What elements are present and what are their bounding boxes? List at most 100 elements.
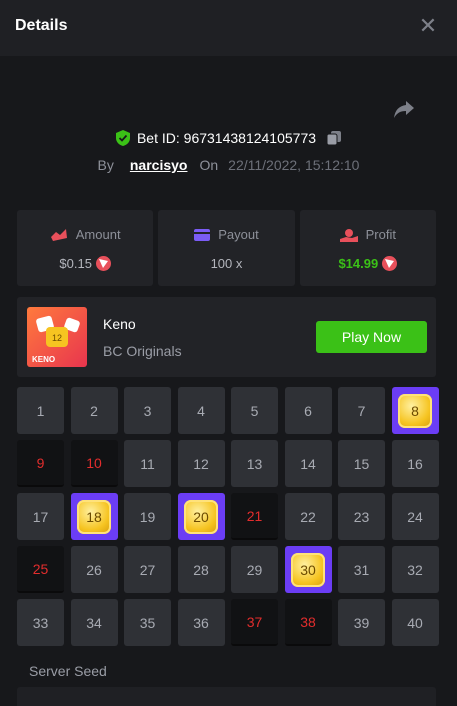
keno-cell-18: 18 [70, 493, 118, 540]
play-now-button[interactable]: Play Now [316, 321, 427, 353]
keno-cell-24: 24 [391, 493, 439, 540]
bet-datetime: 22/11/2022, 15:12:10 [228, 157, 360, 173]
keno-cell-16: 16 [391, 440, 439, 487]
trx-coin-icon [382, 256, 398, 271]
keno-cell-4: 4 [177, 387, 225, 434]
amount-value: $0.15 [59, 256, 92, 271]
gem-icon: 30 [291, 552, 325, 587]
keno-cell-35: 35 [124, 599, 171, 646]
keno-game-thumbnail[interactable]: 12 KENO [27, 307, 87, 367]
profit-icon [339, 228, 358, 242]
keno-cell-number: 37 [246, 613, 263, 630]
bet-id-row: Bet ID: 96731438124105773 [0, 130, 457, 146]
keno-cell-30: 30 [284, 546, 332, 593]
keno-cell-25: 25 [17, 546, 64, 593]
keno-cell-number: 29 [246, 561, 263, 578]
amount-label: Amount [75, 227, 121, 242]
keno-cell-34: 34 [70, 599, 118, 646]
bet-id: Bet ID: 96731438124105773 [136, 130, 317, 146]
keno-cell-5: 5 [231, 387, 278, 434]
modal-header: Details ✕ [0, 0, 457, 56]
keno-cell-number: 9 [36, 454, 45, 471]
keno-cell-number: 34 [86, 614, 102, 631]
keno-cell-number: 14 [300, 455, 316, 472]
server-seed-field[interactable] [17, 687, 436, 706]
keno-cell-33: 33 [17, 599, 64, 646]
keno-cell-23: 23 [338, 493, 385, 540]
thumb-label: KENO [32, 355, 55, 364]
keno-cell-number: 19 [139, 508, 156, 525]
keno-cell-39: 39 [338, 599, 385, 646]
game-provider: BC Originals [103, 343, 182, 359]
keno-cell-13: 13 [231, 440, 278, 487]
by-label: By [97, 157, 114, 173]
keno-cell-31: 31 [338, 546, 385, 593]
keno-cell-number: 26 [86, 561, 102, 578]
keno-cell-number: 28 [193, 561, 209, 578]
keno-cell-number: 24 [407, 508, 423, 525]
keno-cell-number: 38 [300, 613, 316, 630]
keno-cell-number: 33 [32, 614, 49, 631]
profit-label: Profit [365, 227, 396, 242]
amount-icon [50, 228, 67, 241]
keno-cell-2: 2 [70, 387, 118, 434]
payout-card: Payout 100 x [158, 210, 295, 286]
game-name: Keno [103, 316, 136, 332]
keno-cell-number: 6 [304, 402, 312, 419]
keno-cell-19: 19 [124, 493, 171, 540]
keno-cell-number: 16 [407, 455, 423, 472]
on-label: On [199, 157, 219, 173]
keno-cell-number: 7 [357, 402, 366, 419]
trx-coin-icon [95, 256, 111, 271]
keno-cell-number: 39 [353, 614, 370, 631]
payout-value: 100 x [210, 256, 243, 271]
keno-cell-number: 40 [407, 614, 423, 631]
keno-cell-37: 37 [231, 599, 278, 646]
server-seed-label: Server Seed [29, 663, 107, 679]
keno-cell-number: 5 [250, 402, 259, 419]
keno-cell-number: 12 [193, 455, 209, 472]
bet-byline: By narcisyo On 22/11/2022, 15:12:10 [0, 157, 457, 173]
game-card: 12 KENO Keno BC Originals Play Now [17, 297, 436, 377]
keno-cell-1: 1 [17, 387, 64, 434]
keno-cell-32: 32 [391, 546, 439, 593]
keno-cell-40: 40 [391, 599, 439, 646]
profit-card: Profit $14.99 [299, 210, 436, 286]
amount-card: Amount $0.15 [17, 210, 154, 286]
keno-cell-number: 3 [143, 402, 152, 419]
payout-label: Payout [218, 227, 259, 242]
keno-cell-22: 22 [284, 493, 332, 540]
keno-cell-number: 32 [407, 561, 423, 578]
keno-number-grid: 1 2 3 4 5 6 7 8 9 10 11 12 13 14 15 16 17 18 19 20 21 22 23 24 2… [17, 387, 439, 646]
keno-cell-7: 7 [338, 387, 385, 434]
keno-cell-number: 25 [32, 560, 49, 577]
keno-cell-number: 21 [246, 507, 263, 524]
keno-cell-number: 1 [36, 402, 45, 419]
keno-cell-28: 28 [177, 546, 225, 593]
gem-icon: 8 [398, 393, 432, 428]
keno-cell-29: 29 [231, 546, 278, 593]
profit-value: $14.99 [338, 256, 379, 271]
share-icon[interactable] [393, 99, 415, 119]
username-link[interactable]: narcisyo [130, 157, 188, 173]
copy-icon[interactable] [326, 130, 342, 146]
gem-icon: 20 [184, 499, 218, 534]
keno-cell-36: 36 [177, 599, 225, 646]
keno-cell-number: 10 [86, 454, 102, 471]
close-icon[interactable]: ✕ [417, 15, 439, 37]
keno-cell-9: 9 [17, 440, 64, 487]
keno-cell-number: 11 [140, 455, 155, 472]
payout-card-icon [194, 228, 211, 241]
keno-cell-21: 21 [231, 493, 278, 540]
gem-icon: 18 [77, 499, 111, 534]
keno-cell-number: 22 [300, 508, 316, 525]
verified-shield-icon [115, 130, 130, 146]
keno-cell-number: 36 [193, 614, 209, 631]
keno-cell-26: 26 [70, 546, 118, 593]
keno-cell-12: 12 [177, 440, 225, 487]
keno-cell-10: 10 [70, 440, 118, 487]
modal-title: Details [15, 17, 68, 34]
keno-cell-6: 6 [284, 387, 332, 434]
keno-cell-number: 13 [246, 455, 263, 472]
keno-cell-8: 8 [391, 387, 439, 434]
